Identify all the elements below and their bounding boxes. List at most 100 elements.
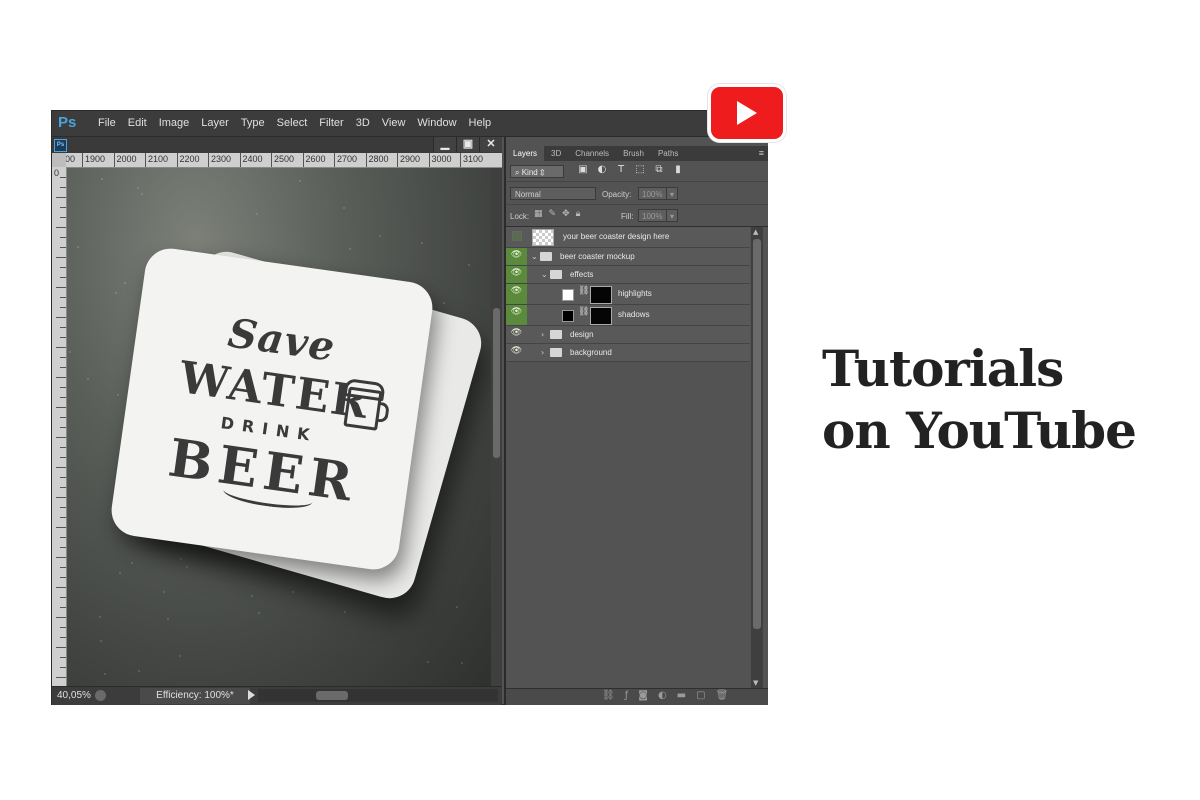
- link-layers-icon[interactable]: ⛓︎: [602, 690, 615, 701]
- zoom-level[interactable]: 40,05%: [57, 690, 91, 701]
- status-menu-arrow-icon[interactable]: [248, 690, 255, 700]
- menu-image[interactable]: Image: [153, 111, 196, 136]
- lock-all-icon[interactable]: 🔒︎: [576, 209, 581, 219]
- link-chain-icon[interactable]: ⛓︎: [578, 286, 589, 296]
- add-mask-icon[interactable]: ◙: [638, 690, 648, 701]
- texture-speck: [179, 655, 181, 657]
- menu-filter[interactable]: Filter: [313, 111, 349, 136]
- tab-layers[interactable]: Layers: [506, 146, 545, 161]
- fill-dropdown-icon[interactable]: ▾: [666, 209, 678, 222]
- minimize-button[interactable]: ▁: [433, 137, 456, 152]
- menu-edit[interactable]: Edit: [122, 111, 153, 136]
- scroll-up-icon[interactable]: ▲: [753, 228, 758, 236]
- adjustment-layer-icon[interactable]: ◐: [658, 690, 667, 701]
- ruler-tick: [56, 227, 66, 228]
- new-layer-icon[interactable]: ▢: [696, 690, 705, 701]
- ruler-tick: [56, 197, 66, 198]
- texture-speck: [421, 242, 423, 244]
- menu-type[interactable]: Type: [235, 111, 271, 136]
- ruler-tick: [56, 677, 66, 678]
- canvas-horizontal-scroll-thumb[interactable]: [316, 691, 348, 700]
- efficiency-readout[interactable]: Efficiency: 100%*: [140, 688, 250, 704]
- zoom-settings-icon[interactable]: [95, 690, 106, 701]
- fill-field[interactable]: 100%: [638, 209, 668, 222]
- filter-toggle-icon[interactable]: ▮: [671, 164, 685, 175]
- tab-paths[interactable]: Paths: [651, 146, 685, 161]
- layers-scrollbar[interactable]: ▲ ▼: [751, 227, 763, 688]
- tab-channels[interactable]: Channels: [568, 146, 616, 161]
- layer-mask-thumbnail[interactable]: [590, 286, 612, 304]
- horizontal-ruler[interactable]: 00 1900 2000 2100 2200 2300 2400 2500 2600 2700 28…: [66, 153, 502, 168]
- opacity-dropdown-icon[interactable]: ▾: [666, 187, 678, 200]
- ruler-tick: [56, 467, 66, 468]
- link-chain-icon[interactable]: ⛓︎: [578, 307, 589, 317]
- chevron-right-icon[interactable]: ›: [541, 326, 544, 343]
- chevron-down-icon[interactable]: ⌄: [531, 248, 538, 265]
- layer-row[interactable]: your beer coaster design here: [506, 227, 750, 248]
- menu-file[interactable]: File: [92, 111, 122, 136]
- eye-icon[interactable]: 👁︎: [506, 248, 527, 265]
- menu-view[interactable]: View: [376, 111, 412, 136]
- layer-row[interactable]: 👁︎ ⛓︎ shadows: [506, 305, 750, 326]
- layer-row[interactable]: 👁︎ › background: [506, 344, 750, 362]
- lock-position-icon[interactable]: ✥: [562, 209, 570, 219]
- pixel-filter-icon[interactable]: ▣: [576, 164, 590, 175]
- canvas-vertical-scrollbar[interactable]: [491, 168, 502, 686]
- layer-row[interactable]: 👁︎ › design: [506, 326, 750, 344]
- canvas-vertical-scroll-thumb[interactable]: [493, 308, 500, 458]
- menu-layer[interactable]: Layer: [195, 111, 235, 136]
- new-group-icon[interactable]: ▬: [677, 690, 686, 701]
- opacity-field[interactable]: 100%: [638, 187, 668, 200]
- canvas-horizontal-scrollbar[interactable]: [258, 689, 498, 702]
- layer-row[interactable]: 👁︎ ⛓︎ highlights: [506, 284, 750, 305]
- layer-row[interactable]: 👁︎ ⌄ effects: [506, 266, 750, 284]
- menu-window[interactable]: Window: [411, 111, 462, 136]
- layer-mask-thumbnail[interactable]: [590, 307, 612, 325]
- ruler-label: 3000: [428, 153, 452, 167]
- tab-brush[interactable]: Brush: [616, 146, 651, 161]
- maximize-button[interactable]: ▣: [456, 137, 479, 152]
- scroll-down-icon[interactable]: ▼: [753, 679, 758, 687]
- ruler-label: 2000: [113, 153, 137, 167]
- chevron-down-icon[interactable]: ⌄: [541, 266, 548, 283]
- eye-icon[interactable]: 👁︎: [506, 326, 527, 343]
- ruler-tick: [60, 597, 66, 598]
- fx-icon[interactable]: ƒ: [625, 690, 629, 701]
- panel-tabs: Layers 3D Channels Brush Paths: [506, 146, 768, 161]
- ruler-tick: [60, 537, 66, 538]
- menu-select[interactable]: Select: [271, 111, 314, 136]
- eye-icon[interactable]: 👁︎: [506, 305, 527, 325]
- visibility-toggle-off[interactable]: [506, 227, 527, 247]
- kind-filter-select[interactable]: ⌕ Kind ⇕: [510, 165, 564, 178]
- ruler-corner[interactable]: [52, 153, 66, 167]
- folder-icon: [540, 252, 552, 261]
- smart-object-filter-icon[interactable]: ⧉: [652, 164, 666, 175]
- eye-icon[interactable]: 👁︎: [506, 344, 527, 361]
- ruler-tick: [60, 627, 66, 628]
- adjustment-filter-icon[interactable]: ◐: [595, 164, 609, 175]
- close-button[interactable]: ✕: [479, 137, 502, 152]
- document-canvas[interactable]: Save WATER DRINK BEER: [67, 168, 491, 686]
- menu-items: File Edit Image Layer Type Select Filter…: [92, 111, 497, 136]
- lock-transparency-icon[interactable]: ▦: [534, 209, 543, 219]
- shape-filter-icon[interactable]: ⬚: [633, 164, 647, 175]
- ruler-tick: [60, 487, 66, 488]
- texture-speck: [101, 178, 103, 180]
- ruler-tick: [56, 617, 66, 618]
- tab-3d[interactable]: 3D: [544, 146, 568, 161]
- menu-3d[interactable]: 3D: [350, 111, 376, 136]
- vertical-ruler[interactable]: 0: [52, 167, 67, 686]
- texture-speck: [138, 670, 140, 672]
- type-filter-icon[interactable]: T: [614, 164, 628, 175]
- ruler-tick: [60, 177, 66, 178]
- layers-scroll-thumb[interactable]: [753, 239, 761, 629]
- delete-layer-icon[interactable]: 🗑︎: [716, 690, 729, 701]
- eye-icon[interactable]: 👁︎: [506, 266, 527, 283]
- panel-menu-icon[interactable]: ≡: [759, 148, 764, 158]
- lock-pixels-icon[interactable]: ✎: [549, 209, 557, 219]
- eye-icon[interactable]: 👁︎: [506, 284, 527, 304]
- layer-row[interactable]: 👁︎ ⌄ beer coaster mockup: [506, 248, 750, 266]
- menu-help[interactable]: Help: [463, 111, 498, 136]
- blend-mode-select[interactable]: Normal: [510, 187, 596, 200]
- chevron-right-icon[interactable]: ›: [541, 344, 544, 361]
